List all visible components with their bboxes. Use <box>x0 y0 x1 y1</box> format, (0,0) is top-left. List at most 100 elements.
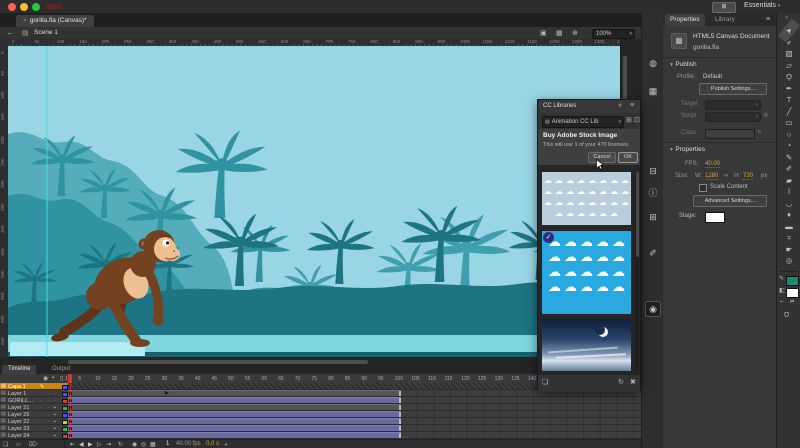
visibility-dot[interactable]: · <box>40 433 42 439</box>
lock-icon[interactable]: ▪ <box>54 405 56 411</box>
visibility-dot[interactable]: · <box>48 419 50 425</box>
layer-row[interactable]: ▤ Layer 1 · · · <box>0 390 68 397</box>
fps-value[interactable]: 40.00 <box>705 161 721 168</box>
line-tool[interactable]: ╱ <box>778 106 800 117</box>
visibility-dot[interactable]: · <box>48 398 50 404</box>
new-folder-button[interactable]: ▱ <box>16 441 21 448</box>
playhead[interactable] <box>68 374 72 383</box>
visibility-dot[interactable]: · <box>48 433 50 439</box>
bone-tool[interactable]: ſ <box>778 186 800 197</box>
visibility-dot[interactable]: · <box>48 384 50 390</box>
width-tool[interactable]: ≈ <box>778 232 800 243</box>
snap-magnet-icon[interactable]: Ω <box>784 310 789 317</box>
new-layer-button[interactable]: ❏ <box>3 441 8 448</box>
visibility-dot[interactable]: · <box>48 412 50 418</box>
trash-icon[interactable]: ✖ <box>630 378 636 386</box>
close-tab-icon[interactable]: × <box>23 17 27 24</box>
list-view-icon[interactable]: ⊡ <box>634 116 640 124</box>
onion-outline-button[interactable]: ◎ <box>141 441 146 448</box>
align-panel-icon[interactable]: ⊟ <box>645 163 661 179</box>
step-forward-button[interactable]: ▷ <box>97 441 102 448</box>
layer-row[interactable]: ▤ GORILL… · · · <box>0 397 68 404</box>
tween-span[interactable] <box>68 411 401 417</box>
lock-dot[interactable]: · <box>54 384 56 390</box>
layer-row[interactable]: ▤ Layer 24 · · ▪ <box>0 432 68 439</box>
panel-menu-icon[interactable]: ≡ <box>630 102 634 109</box>
lock-dot[interactable]: · <box>54 398 56 404</box>
play-button[interactable]: ▶ <box>88 441 93 448</box>
static-span[interactable] <box>68 404 401 410</box>
advanced-settings-button[interactable]: Advanced Settings... <box>693 195 767 207</box>
publish-settings-button[interactable]: Publish Settings... <box>699 83 767 95</box>
lasso-tool[interactable]: Ϙ <box>778 71 800 82</box>
layer-row[interactable]: ▤ Layer 21 · · ▪ <box>0 404 68 411</box>
stock-thumbnail-clouds-blue[interactable]: ☁ ☁ ☁ ☁ ☁☁ ☁ ☁ ☁ ☁☁ ☁ ☁ ☁ ☁☁ ☁ ☁ ☁ ☁ ✓ <box>542 231 631 314</box>
center-stage-icon[interactable]: ⊕ <box>572 29 578 37</box>
zoom-select[interactable]: 100% ▾ <box>592 28 635 39</box>
oval-tool[interactable]: ○ <box>778 129 800 140</box>
layer-row[interactable]: ▤ Layer 25 · · ▪ <box>0 411 68 418</box>
zoom-window-button[interactable] <box>32 3 40 11</box>
results-scrollbar[interactable] <box>635 172 639 371</box>
visibility-dot[interactable]: · <box>48 391 50 397</box>
pencil-icon[interactable]: ✎ <box>40 384 44 390</box>
lock-icon[interactable]: ▪ <box>54 426 56 432</box>
zoom-tool[interactable]: ◎ <box>778 255 800 266</box>
edit-class-icon[interactable]: ✎ <box>757 129 762 136</box>
text-tool[interactable]: T <box>778 94 800 105</box>
library-select[interactable]: ▤ Animation CC Lib ▾ <box>542 115 624 128</box>
lock-icon[interactable]: ▪ <box>54 433 56 439</box>
ok-button[interactable]: OK <box>618 152 638 163</box>
panel-expand-icon[interactable]: » <box>785 15 788 21</box>
visibility-dot[interactable]: · <box>40 412 42 418</box>
edit-symbols-icon[interactable]: ▦ <box>556 29 563 37</box>
tween-span[interactable] <box>68 397 401 403</box>
grid-view-icon[interactable]: ⊞ <box>626 116 632 124</box>
layer-frames-row[interactable] <box>68 425 641 432</box>
edit-scene-icon[interactable]: ▣ <box>540 29 547 37</box>
visibility-dot[interactable]: · <box>40 405 42 411</box>
stock-thumbnail-clouds-gray[interactable]: ☁ ☁ ☁ ☁ ☁ ☁ ☁ ☁☁ ☁ ☁ ☁ ☁ ☁ ☁ ☁☁ ☁ ☁ ☁ ☁ ☁ ☁ ☁☁ ☁ ☁ ☁ ☁ ☁ <box>542 172 631 225</box>
close-window-button[interactable] <box>8 3 16 11</box>
stage-color-swatch[interactable] <box>705 212 725 223</box>
panel-collapse-icon[interactable]: « <box>618 102 622 109</box>
lock-icon[interactable]: ▪ <box>54 412 56 418</box>
transform-panel-icon[interactable]: ⊞ <box>645 209 661 225</box>
scene-breadcrumb[interactable]: Scene 1 <box>34 29 58 36</box>
free-transform-tool[interactable]: ▧ <box>778 48 800 59</box>
hand-tool[interactable]: ☛ <box>778 244 800 255</box>
paint-brush-tool[interactable]: ▰ <box>778 175 800 186</box>
target-select[interactable]: ▾ <box>705 100 761 110</box>
fps-indicator[interactable]: 40.00 fps <box>176 441 201 447</box>
brush-library-panel-icon[interactable]: ✐ <box>645 245 661 261</box>
layer-frames-row[interactable] <box>68 411 641 418</box>
rectangle-tool[interactable]: ▭ <box>778 117 800 128</box>
panel-menu-icon[interactable]: ≡ <box>766 16 770 23</box>
visibility-dot[interactable]: · <box>48 405 50 411</box>
layer-frames-row[interactable] <box>68 397 641 404</box>
tween-span[interactable] <box>68 432 401 438</box>
lock-icon[interactable]: ▪ <box>54 419 56 425</box>
properties-section-header[interactable]: ▼ Properties <box>669 146 705 153</box>
default-colors-icon[interactable]: ▪▫ <box>780 299 784 305</box>
layer-frames-row[interactable] <box>68 432 641 439</box>
delete-layer-button[interactable]: ⌦ <box>29 441 37 448</box>
paint-bucket-tool[interactable]: ◡ <box>778 198 800 209</box>
tween-span[interactable] <box>68 418 401 424</box>
static-span[interactable] <box>68 390 401 396</box>
tab-properties[interactable]: Properties <box>665 14 705 26</box>
timeline-scroll-left-icon[interactable]: ◂ <box>224 441 227 448</box>
polystar-tool[interactable]: ◔ <box>778 140 800 151</box>
tween-span[interactable] <box>68 425 401 431</box>
script-settings-icon[interactable]: ⚙ <box>763 112 768 119</box>
workspace-switcher[interactable]: Essentials ▾ <box>744 2 780 9</box>
pen-tool[interactable]: ✒ <box>778 83 800 94</box>
stage-viewport[interactable] <box>8 46 620 357</box>
layer-row[interactable]: ▤ Layer 22 · · ▪ <box>0 418 68 425</box>
back-icon[interactable]: ← <box>6 28 14 37</box>
sync-icon[interactable]: ↻ <box>618 378 624 386</box>
stroke-color-swatch[interactable] <box>786 276 799 286</box>
document-tab[interactable]: × gorilla.fla (Canvas)* <box>16 15 94 27</box>
visibility-dot[interactable]: · <box>40 398 42 404</box>
fill-color-swatch[interactable] <box>786 288 799 298</box>
